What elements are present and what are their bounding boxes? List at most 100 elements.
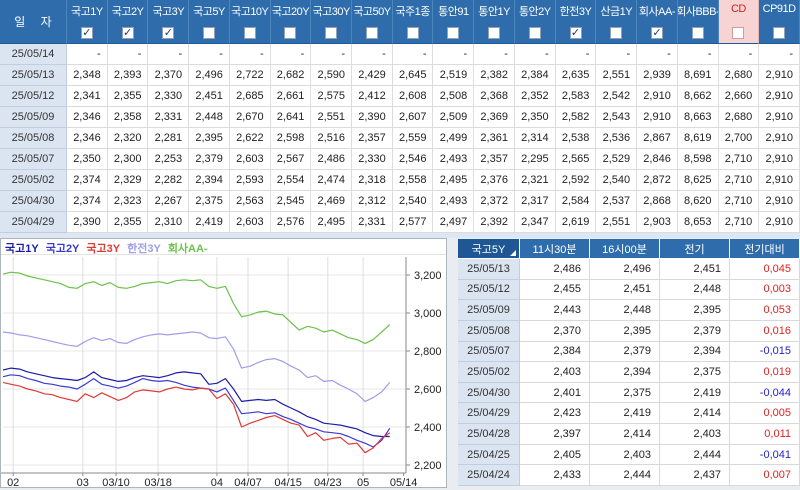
yield-cell[interactable]: 2,361 <box>474 128 515 149</box>
yield-cell[interactable]: 2,590 <box>311 65 353 86</box>
detail-value-cell[interactable]: 2,379 <box>590 341 660 363</box>
date-cell[interactable]: 25/05/07 <box>0 149 67 170</box>
yield-cell[interactable]: 2,558 <box>392 170 434 191</box>
legend-item-한전3Y[interactable]: 한전3Y <box>127 240 161 256</box>
yield-cell[interactable]: 2,567 <box>270 149 312 170</box>
yield-cell[interactable]: 2,645 <box>392 65 434 86</box>
yield-cell[interactable]: 8,663 <box>677 107 719 128</box>
legend-item-국고3Y[interactable]: 국고3Y <box>86 240 120 256</box>
yield-cell[interactable]: 2,910 <box>759 65 800 86</box>
detail-value-cell[interactable]: 2,444 <box>660 444 730 466</box>
yield-cell[interactable]: - <box>677 44 719 65</box>
detail-diff-cell[interactable]: 0,005 <box>730 403 800 425</box>
yield-cell[interactable]: 2,622 <box>229 128 271 149</box>
detail-value-cell[interactable]: 2,444 <box>590 465 660 486</box>
detail-diff-cell[interactable]: 0,045 <box>730 259 800 280</box>
yield-cell[interactable]: 2,495 <box>433 170 475 191</box>
yield-cell[interactable]: 2,352 <box>514 86 556 107</box>
unchecked-checkbox[interactable] <box>488 27 501 39</box>
yield-cell[interactable]: 2,619 <box>555 212 597 233</box>
yield-cell[interactable]: 2,607 <box>392 107 434 128</box>
yield-cell[interactable]: 2,390 <box>352 107 393 128</box>
yield-cell[interactable]: 2,670 <box>229 107 271 128</box>
detail-date-cell[interactable]: 25/04/28 <box>458 424 520 445</box>
yield-cell[interactable]: 2,350 <box>514 107 556 128</box>
yield-cell[interactable]: 2,350 <box>67 149 108 170</box>
yield-cell[interactable]: 2,379 <box>189 149 230 170</box>
yield-cell[interactable]: 8,620 <box>677 191 719 212</box>
yield-cell[interactable]: - <box>67 44 108 65</box>
date-cell[interactable]: 25/05/09 <box>0 107 67 128</box>
yield-cell[interactable]: 2,846 <box>637 149 678 170</box>
yield-cell[interactable]: 2,317 <box>514 191 556 212</box>
yield-cell[interactable]: 2,910 <box>759 191 800 212</box>
yield-cell[interactable]: 2,583 <box>555 86 597 107</box>
yield-cell[interactable]: 2,369 <box>474 107 515 128</box>
yield-cell[interactable]: 2,330 <box>352 149 393 170</box>
yield-cell[interactable]: 2,529 <box>596 149 638 170</box>
detail-value-cell[interactable]: 2,397 <box>520 424 590 445</box>
yield-cell[interactable]: 8,653 <box>677 212 719 233</box>
yield-cell[interactable]: 2,910 <box>759 86 800 107</box>
yield-cell[interactable]: 8,619 <box>677 128 719 149</box>
detail-date-cell[interactable]: 25/04/24 <box>458 465 520 486</box>
detail-diff-cell[interactable]: 0,007 <box>730 465 800 486</box>
unchecked-checkbox[interactable] <box>528 27 541 39</box>
detail-diff-cell[interactable]: -0,041 <box>730 444 800 466</box>
yield-cell[interactable]: 2,576 <box>270 212 312 233</box>
yield-cell[interactable]: 2,722 <box>229 65 271 86</box>
date-cell[interactable]: 25/05/14 <box>0 44 67 65</box>
yield-cell[interactable]: 2,516 <box>311 128 353 149</box>
yield-cell[interactable]: - <box>637 44 678 65</box>
yield-cell[interactable]: 2,493 <box>433 149 475 170</box>
yield-cell[interactable]: 2,295 <box>514 149 556 170</box>
legend-item-국고2Y[interactable]: 국고2Y <box>46 240 80 256</box>
yield-cell[interactable]: 2,300 <box>107 149 149 170</box>
yield-cell[interactable]: 2,384 <box>514 65 556 86</box>
detail-diff-cell[interactable]: 0,011 <box>730 424 800 445</box>
yield-cell[interactable]: 8,691 <box>677 65 719 86</box>
detail-diff-cell[interactable]: 0,053 <box>730 300 800 321</box>
unchecked-checkbox[interactable] <box>691 27 704 39</box>
checked-checkbox[interactable]: ✓ <box>162 27 175 39</box>
yield-cell[interactable]: 2,346 <box>67 128 108 149</box>
yield-cell[interactable]: 2,910 <box>637 107 678 128</box>
unchecked-checkbox[interactable] <box>284 27 297 39</box>
checked-checkbox[interactable]: ✓ <box>80 27 93 39</box>
yield-cell[interactable]: 2,372 <box>474 191 515 212</box>
yield-cell[interactable]: 2,253 <box>148 149 190 170</box>
detail-value-cell[interactable]: 2,419 <box>660 382 730 404</box>
detail-value-cell[interactable]: 2,419 <box>590 403 660 425</box>
yield-cell[interactable]: 2,538 <box>555 128 597 149</box>
yield-cell[interactable]: 2,355 <box>107 86 149 107</box>
yield-cell[interactable]: - <box>311 44 353 65</box>
yield-cell[interactable]: 2,710 <box>718 212 760 233</box>
yield-cell[interactable]: 2,509 <box>433 107 475 128</box>
detail-value-cell[interactable]: 2,423 <box>520 403 590 425</box>
unchecked-checkbox[interactable] <box>243 27 256 39</box>
yield-cell[interactable]: - <box>229 44 271 65</box>
yield-cell[interactable]: 2,323 <box>107 191 149 212</box>
yield-cell[interactable]: 2,710 <box>718 191 760 212</box>
yield-cell[interactable]: 2,635 <box>555 65 597 86</box>
detail-value-cell[interactable]: 2,486 <box>520 259 590 280</box>
yield-cell[interactable]: 2,341 <box>67 86 108 107</box>
yield-cell[interactable]: 2,329 <box>107 170 149 191</box>
detail-value-cell[interactable]: 2,455 <box>520 279 590 301</box>
yield-cell[interactable]: 2,382 <box>474 65 515 86</box>
detail-value-cell[interactable]: 2,375 <box>590 382 660 404</box>
yield-cell[interactable]: 2,419 <box>189 212 230 233</box>
yield-cell[interactable]: 2,346 <box>67 107 108 128</box>
yield-cell[interactable]: 2,394 <box>189 170 230 191</box>
yield-cell[interactable]: 2,321 <box>514 170 556 191</box>
yield-cell[interactable]: 2,392 <box>474 212 515 233</box>
yield-cell[interactable]: 2,542 <box>596 86 638 107</box>
yield-cell[interactable]: 2,374 <box>67 170 108 191</box>
detail-date-cell[interactable]: 25/04/25 <box>458 444 520 466</box>
unchecked-checkbox[interactable] <box>732 27 745 39</box>
yield-cell[interactable]: 2,282 <box>148 170 190 191</box>
yield-cell[interactable]: 2,910 <box>759 107 800 128</box>
yield-cell[interactable]: 2,357 <box>474 149 515 170</box>
yield-cell[interactable]: 2,540 <box>596 170 638 191</box>
detail-value-cell[interactable]: 2,379 <box>660 320 730 342</box>
